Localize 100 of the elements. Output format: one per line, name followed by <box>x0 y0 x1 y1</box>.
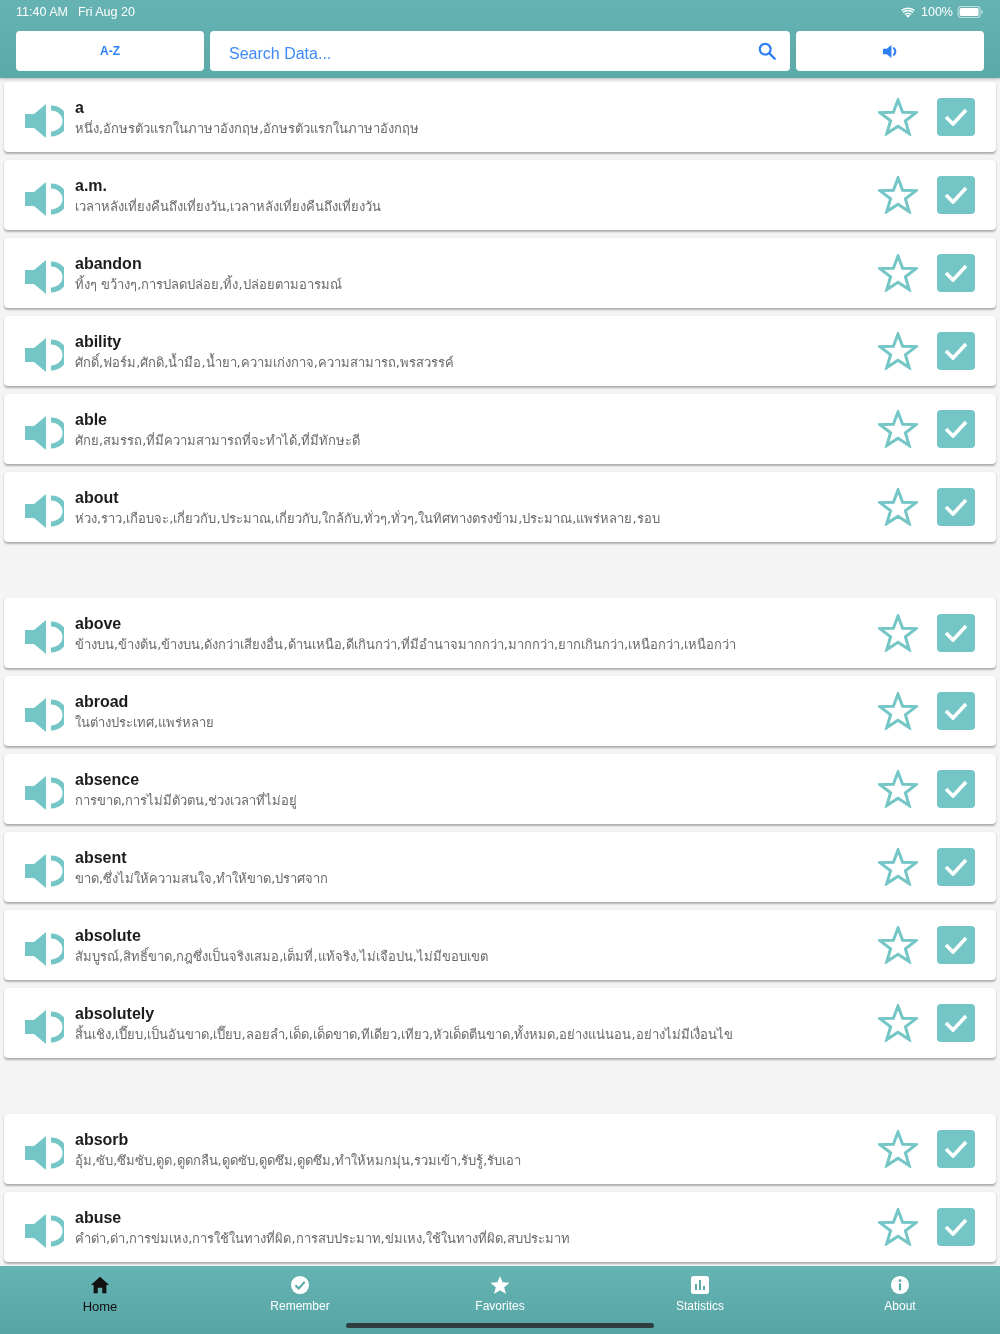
speaker-icon[interactable] <box>24 930 64 968</box>
star-icon[interactable] <box>878 1130 918 1168</box>
speaker-icon[interactable] <box>24 102 64 140</box>
meaning-text: คำด่า,ด่า,การข่มเหง,การใช้ในทางที่ผิด,การสบประมาท,ข่มเหง,ใช้ในทางที่ผิด,สบประมาท <box>75 1229 570 1248</box>
star-icon[interactable] <box>878 692 918 730</box>
word-text: abandon <box>75 254 142 274</box>
checkbox[interactable] <box>937 1004 975 1042</box>
speaker-icon[interactable] <box>24 336 64 374</box>
star-icon[interactable] <box>878 848 918 886</box>
battery-icon <box>957 6 984 18</box>
word-text: a.m. <box>75 176 107 196</box>
word-card[interactable]: absolute สัมบูรณ์,สิทธิ์ขาด,กฎซึ่งเป็นจริงเสมอ,เต็มที่,แท้จริง,ไม่เจือปน,ไม่มีขอบเขต <box>4 910 996 980</box>
star-icon[interactable] <box>878 98 918 136</box>
meaning-text: ห่วง,ราว,เกือบจะ,เกี่ยวกับ,ประมาณ,เกี่ยวกับ,ใกล้กับ,ทั่วๆ,ทั่วๆ,ในทิศทางตรงข้าม,ประมาณ,แพร่หลาย,รอบ <box>75 509 660 528</box>
checkbox[interactable] <box>937 770 975 808</box>
tick-icon <box>944 108 968 126</box>
word-card[interactable]: ability ศักดิ์,ฟอร์ม,ศักดิ,น้ำมือ,น้ำยา,ความเก่งกาจ,ความสามารถ,พรสวรรค์ <box>4 316 996 386</box>
wifi-icon <box>901 6 915 18</box>
speaker-icon[interactable] <box>24 414 64 452</box>
meaning-text: การขาด,การไม่มีตัวตน,ช่วงเวลาที่ไม่อยู่ <box>75 791 298 810</box>
status-time: 11:40 AM <box>16 5 68 19</box>
word-text: absorb <box>75 1130 129 1150</box>
speaker-icon <box>881 43 899 59</box>
star-icon[interactable] <box>878 1208 918 1246</box>
checkbox[interactable] <box>937 614 975 652</box>
tick-icon <box>944 1014 968 1032</box>
star-icon[interactable] <box>878 614 918 652</box>
checkbox[interactable] <box>937 254 975 292</box>
tick-icon <box>944 342 968 360</box>
meaning-text: ศักดิ์,ฟอร์ม,ศักดิ,น้ำมือ,น้ำยา,ความเก่งกาจ,ความสามารถ,พรสวรรค์ <box>75 353 454 372</box>
tick-icon <box>944 936 968 954</box>
word-card[interactable]: able ศักย,สมรรถ,ที่มีความสามารถที่จะทำได้,ที่มีทักษะดี <box>4 394 996 464</box>
checkbox[interactable] <box>937 848 975 886</box>
star-icon[interactable] <box>878 926 918 964</box>
word-card[interactable]: a หนึ่ง,อักษรตัวแรกในภาษาอังกฤษ,อักษรตัวแรกในภาษาอังกฤษ <box>4 82 996 152</box>
speaker-icon[interactable] <box>24 1008 64 1046</box>
speaker-icon[interactable] <box>24 180 64 218</box>
check-circle-icon <box>290 1275 310 1295</box>
speaker-icon[interactable] <box>24 618 64 656</box>
word-text: able <box>75 410 107 430</box>
speaker-icon[interactable] <box>24 852 64 890</box>
star-icon[interactable] <box>878 176 918 214</box>
word-text: about <box>75 488 119 508</box>
checkbox[interactable] <box>937 926 975 964</box>
meaning-text: ศักย,สมรรถ,ที่มีความสามารถที่จะทำได้,ที่มีทักษะดี <box>75 431 361 450</box>
star-icon[interactable] <box>878 332 918 370</box>
meaning-text: สิ้นเชิง,เปี๊ยบ,เป็นอันขาด,เปี๊ยบ,ลอยลำ,เด็ด,เด็ดขาด,ทีเดียว,เทียว,หัวเด็ดตีนขาด,ทั้งหมด,อย่างแน่นอน,อย่างไม่มีเงื่อนไข <box>75 1025 733 1044</box>
tab-item[interactable]: Home <box>0 1275 200 1314</box>
word-card[interactable]: above ข้างบน,ข้างต้น,ข้างบน,ดังกว่าเสียงอื่น,ด้านเหนือ,ดีเกินกว่า,ที่มีอำนาจมากกว่า,มากกว่า,ยากเกินกว่า,เหนือกว่า,เหนือกว่า <box>4 598 996 668</box>
speaker-icon[interactable] <box>24 774 64 812</box>
tick-icon <box>944 1140 968 1158</box>
word-card[interactable]: absence การขาด,การไม่มีตัวตน,ช่วงเวลาที่ไม่อยู่ <box>4 754 996 824</box>
word-text: absolute <box>75 926 141 946</box>
star-icon[interactable] <box>878 254 918 292</box>
star-icon[interactable] <box>878 770 918 808</box>
meaning-text: ข้างบน,ข้างต้น,ข้างบน,ดังกว่าเสียงอื่น,ด้านเหนือ,ดีเกินกว่า,ที่มีอำนาจมากกว่า,มากกว่า,ยากเกินกว่า,เหนือกว่า,เหนือกว่า <box>75 635 737 654</box>
word-card[interactable]: absent ขาด,ซึ่งไม่ให้ความสนใจ,ทำให้ขาด,ปราศจาก <box>4 832 996 902</box>
word-text: absence <box>75 770 140 790</box>
tick-icon <box>944 1218 968 1236</box>
checkbox[interactable] <box>937 692 975 730</box>
speaker-icon[interactable] <box>24 696 64 734</box>
tick-icon <box>944 420 968 438</box>
home-icon <box>90 1275 110 1295</box>
word-card[interactable]: absolutely สิ้นเชิง,เปี๊ยบ,เป็นอันขาด,เปี๊ยบ,ลอยลำ,เด็ด,เด็ดขาด,ทีเดียว,เทียว,หัวเด็ดตีนขาด,ทั้งหมด,อย่างแน่นอน,อย่างไม่มีเงื่อนไข <box>4 988 996 1058</box>
meaning-text: ทิ้งๆ ขว้างๆ,การปลดปล่อย,ทิ้ง,ปล่อยตามอารมณ์ <box>75 275 342 294</box>
word-card[interactable]: abandon ทิ้งๆ ขว้างๆ,การปลดปล่อย,ทิ้ง,ปล่อยตามอารมณ์ <box>4 238 996 308</box>
tick-icon <box>944 264 968 282</box>
word-text: abuse <box>75 1208 122 1228</box>
checkbox[interactable] <box>937 488 975 526</box>
speaker-icon[interactable] <box>24 492 64 530</box>
word-card[interactable]: absorb อุ้ม,ซับ,ซึมซับ,ดูด,ดูดกลืน,ดูดซับ,ดูดซึม,ดูดซึม,ทำให้หมกมุ่น,รวมเข้า,รับรู้,รับเอา <box>4 1114 996 1184</box>
meaning-text: ขาด,ซึ่งไม่ให้ความสนใจ,ทำให้ขาด,ปราศจาก <box>75 869 329 888</box>
checkbox[interactable] <box>937 1130 975 1168</box>
word-text: ability <box>75 332 122 352</box>
meaning-text: ในต่างประเทศ,แพร่หลาย <box>75 714 215 732</box>
search-icon[interactable] <box>758 42 776 60</box>
search-field[interactable]: Search Data... <box>210 31 790 71</box>
checkbox[interactable] <box>937 176 975 214</box>
star-icon <box>490 1275 510 1295</box>
word-text: a <box>75 98 84 118</box>
sound-button[interactable] <box>796 31 984 71</box>
star-icon[interactable] <box>878 410 918 448</box>
word-text: absent <box>75 848 127 868</box>
word-card[interactable]: abuse คำด่า,ด่า,การข่มเหง,การใช้ในทางที่ผิด,การสบประมาท,ข่มเหง,ใช้ในทางที่ผิด,สบประมาท <box>4 1192 996 1262</box>
status-date: Fri Aug 20 <box>77 5 135 19</box>
checkbox[interactable] <box>937 1208 975 1246</box>
speaker-icon[interactable] <box>24 1212 64 1250</box>
star-icon[interactable] <box>878 1004 918 1042</box>
checkbox[interactable] <box>937 332 975 370</box>
word-card[interactable]: a.m. เวลาหลังเที่ยงคืนถึงเที่ยงวัน,เวลาหลังเที่ยงคืนถึงเที่ยงวัน <box>4 160 996 230</box>
checkbox[interactable] <box>937 410 975 448</box>
sort-button[interactable]: A-Z <box>16 31 204 71</box>
meaning-text: เวลาหลังเที่ยงคืนถึงเที่ยงวัน,เวลาหลังเที่ยงคืนถึงเที่ยงวัน <box>75 197 382 216</box>
star-icon[interactable] <box>878 488 918 526</box>
word-card[interactable]: about ห่วง,ราว,เกือบจะ,เกี่ยวกับ,ประมาณ,เกี่ยวกับ,ใกล้กับ,ทั่วๆ,ทั่วๆ,ในทิศทางตรงข้าม,ประมาณ,แพร่หลาย,รอบ <box>4 472 996 542</box>
speaker-icon[interactable] <box>24 1134 64 1172</box>
checkbox[interactable] <box>937 98 975 136</box>
word-card[interactable]: abroad ในต่างประเทศ,แพร่หลาย <box>4 676 996 746</box>
tick-icon <box>944 702 968 720</box>
speaker-icon[interactable] <box>24 258 64 296</box>
